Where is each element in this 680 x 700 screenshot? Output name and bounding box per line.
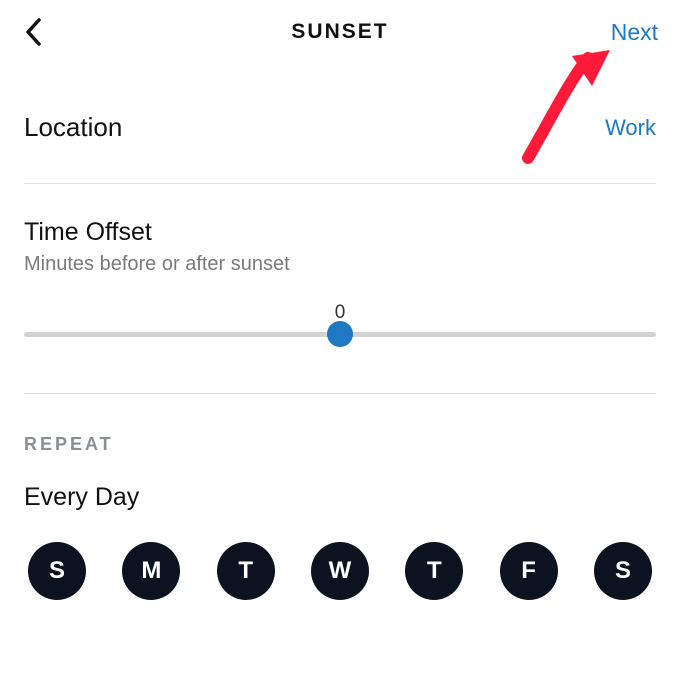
- day-sun[interactable]: S: [28, 542, 86, 600]
- time-offset-slider[interactable]: 0: [24, 332, 656, 337]
- location-label: Location: [24, 112, 122, 143]
- days-row: S M T W T F S: [24, 542, 656, 600]
- time-offset-title: Time Offset: [24, 218, 656, 247]
- header-bar: SUNSET Next: [0, 0, 680, 64]
- repeat-value: Every Day: [24, 483, 656, 512]
- back-button[interactable]: [22, 16, 46, 48]
- repeat-header: REPEAT: [24, 434, 656, 455]
- next-button[interactable]: Next: [611, 19, 658, 46]
- day-thu[interactable]: T: [405, 542, 463, 600]
- slider-thumb[interactable]: [327, 321, 353, 347]
- day-wed[interactable]: W: [311, 542, 369, 600]
- page-title: SUNSET: [291, 20, 388, 44]
- day-mon[interactable]: M: [122, 542, 180, 600]
- time-offset-subtitle: Minutes before or after sunset: [24, 253, 656, 276]
- chevron-left-icon: [22, 16, 46, 48]
- day-sat[interactable]: S: [594, 542, 652, 600]
- time-offset-section: Time Offset Minutes before or after suns…: [0, 184, 680, 393]
- repeat-section: REPEAT Every Day S M T W T F S: [0, 394, 680, 600]
- location-value[interactable]: Work: [605, 115, 656, 141]
- day-tue[interactable]: T: [217, 542, 275, 600]
- location-row[interactable]: Location Work: [0, 64, 680, 183]
- day-fri[interactable]: F: [500, 542, 558, 600]
